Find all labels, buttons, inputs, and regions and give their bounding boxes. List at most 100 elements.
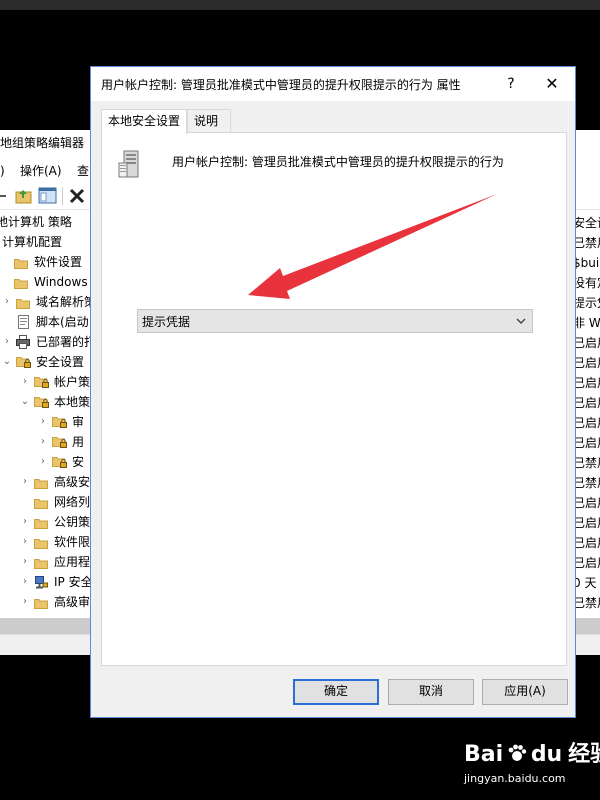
printer-icon [16, 335, 30, 349]
ok-button[interactable]: 确定 [293, 679, 379, 705]
folder-lock-icon [16, 355, 31, 368]
tree-item-label: 网络列 [54, 495, 91, 509]
network-icon [34, 575, 48, 589]
paw-icon [508, 744, 527, 761]
tree-item-label: 应用程 [54, 555, 91, 569]
folder-icon [14, 255, 28, 269]
chevron-right-icon[interactable]: › [2, 292, 12, 312]
policy-setting-value[interactable]: 已启用 [573, 533, 600, 553]
tree-item-label: 地计算机 策略 [0, 215, 72, 229]
chevron-right-icon[interactable]: › [38, 452, 48, 472]
policy-setting-value[interactable]: 已禁用 [573, 233, 600, 253]
watermark-bai: Bai [464, 742, 504, 767]
folder-icon [14, 275, 28, 289]
watermark-jingyan: 经验 [568, 742, 600, 767]
tree-item-label: 公钥策 [54, 515, 91, 529]
desktop-top-strip [0, 0, 600, 10]
chevron-down-icon[interactable]: ⌄ [20, 392, 30, 412]
policy-properties-dialog: 用户帐户控制: 管理员批准模式中管理员的提升权限提示的行为 属性 ? ✕ 本地安… [90, 66, 576, 718]
folder-icon [34, 535, 48, 549]
folder-lock-icon [52, 455, 67, 468]
policy-setting-value[interactable]: 已启用 [573, 353, 600, 373]
cancel-button[interactable]: 取消 [388, 679, 474, 705]
policy-tree: 地计算机 策略计算机配置软件设置 Windows 设 › 域名解析策脚本(启动 › 已部署… [0, 212, 92, 632]
policy-setting-value[interactable]: 非 Wi [573, 313, 600, 333]
toolbar-separator [62, 187, 63, 205]
tab-local-security-setting[interactable]: 本地安全设置 [101, 109, 187, 134]
policy-setting-value[interactable]: 已禁用 [573, 473, 600, 493]
chevron-right-icon[interactable]: › [20, 512, 30, 532]
help-icon[interactable]: ? [499, 72, 523, 96]
folder-lock-icon [52, 415, 67, 428]
tree-item-label: 帐户策 [54, 375, 91, 389]
chevron-right-icon[interactable]: › [38, 432, 48, 452]
folder-icon [34, 475, 48, 489]
policy-setting-value[interactable]: 已禁用 [573, 593, 600, 613]
chevron-right-icon[interactable]: › [20, 472, 30, 492]
tab-explain[interactable]: 说明 [187, 109, 231, 133]
chevron-right-icon[interactable]: › [2, 332, 12, 352]
tree-item-label: 用 [72, 435, 85, 449]
tree-item-label: Windows 设 [34, 275, 92, 289]
up-folder-icon[interactable] [14, 186, 34, 206]
tree-item-label: 安 [72, 455, 85, 469]
policy-setting-value[interactable]: $buil [573, 253, 600, 273]
policy-setting-value[interactable]: 已启用 [573, 493, 600, 513]
chevron-right-icon[interactable]: › [20, 592, 30, 612]
folder-icon [16, 295, 30, 309]
policy-setting-value[interactable]: 没有定 [573, 273, 600, 293]
chevron-right-icon[interactable]: › [20, 372, 30, 392]
chevron-right-icon[interactable]: › [20, 552, 30, 572]
chevron-right-icon[interactable]: › [20, 572, 30, 592]
folder-icon [34, 595, 48, 609]
policy-setting-value[interactable]: 0 天 [573, 573, 596, 593]
watermark-url: jingyan.baidu.com [464, 772, 566, 785]
elevation-prompt-behavior-dropdown[interactable]: 提示凭据 [137, 309, 533, 333]
policy-setting-value[interactable]: 已启用 [573, 433, 600, 453]
folder-icon [34, 495, 48, 509]
policy-setting-value[interactable]: 已启用 [573, 333, 600, 353]
tree-item-label: 安全设置 [36, 355, 85, 369]
folder-lock-icon [34, 395, 49, 408]
apply-button[interactable]: 应用(A) [482, 679, 568, 705]
close-icon[interactable]: ✕ [539, 72, 565, 96]
chevron-down-icon[interactable]: ⌄ [2, 352, 12, 372]
folder-icon [34, 555, 48, 569]
policy-setting-value[interactable]: 提示凭 [573, 293, 600, 313]
policy-title: 用户帐户控制: 管理员批准模式中管理员的提升权限提示的行为 [172, 155, 504, 169]
delete-icon[interactable] [67, 186, 87, 206]
policy-setting-value[interactable]: 已启用 [573, 553, 600, 573]
tree-item-label: 已部署的打 [36, 335, 92, 349]
menu-item-view-2[interactable]: 查 [77, 160, 89, 182]
chevron-down-icon [514, 310, 528, 332]
server-policy-icon [116, 149, 148, 181]
policy-setting-value[interactable]: 已禁用 [573, 453, 600, 473]
red-annotation-arrow [248, 194, 497, 299]
back-arrow-icon[interactable] [0, 186, 14, 206]
show-hide-tree-icon[interactable] [38, 186, 58, 206]
chevron-right-icon[interactable]: › [38, 412, 48, 432]
local-security-setting-panel: 用户帐户控制: 管理员批准模式中管理员的提升权限提示的行为 提示凭据 [101, 132, 567, 666]
policy-setting-value[interactable]: 已启用 [573, 413, 600, 433]
tree-item-label: 本地策 [54, 395, 91, 409]
policy-setting-value[interactable]: 已启用 [573, 513, 600, 533]
chevron-right-icon[interactable]: › [20, 532, 30, 552]
menu-item-view[interactable]: ) [0, 160, 5, 182]
dialog-title: 用户帐户控制: 管理员批准模式中管理员的提升权限提示的行为 属性 [101, 78, 461, 92]
watermark-brand: Bai du 经验 [464, 736, 600, 768]
policy-setting-value[interactable]: 已启用 [573, 393, 600, 413]
folder-lock-icon [52, 435, 67, 448]
tree-item-label: 脚本(启动 [36, 315, 89, 329]
tree-item-label: 高级安 [54, 475, 91, 489]
script-icon [16, 315, 30, 329]
policy-setting-value[interactable]: 已启用 [573, 373, 600, 393]
watermark-du: du [530, 742, 563, 767]
tree-item-label: 域名解析策 [36, 295, 92, 309]
dropdown-selected-value: 提示凭据 [142, 315, 191, 329]
tree-item-label: 软件设置 [34, 255, 83, 269]
baidu-jingyan-watermark: Bai du 经验 jingyan.baidu.com [460, 732, 600, 798]
editor-window-title: 地组策略编辑器 [0, 136, 85, 150]
folder-icon [34, 515, 48, 529]
policy-setting-value[interactable]: 安全设 [573, 213, 600, 233]
menu-item-action[interactable]: 操作(A) [20, 160, 62, 182]
